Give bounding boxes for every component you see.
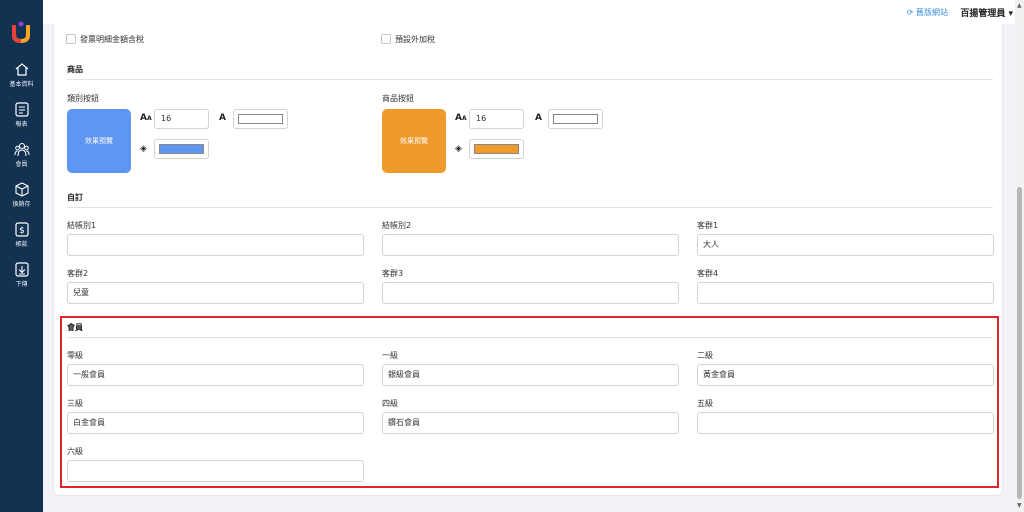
category-text-color-picker[interactable] bbox=[233, 109, 288, 129]
divider bbox=[67, 207, 993, 208]
customer-group-4-input[interactable] bbox=[697, 282, 994, 304]
text-color-icon: A bbox=[535, 113, 542, 123]
scrollbar[interactable]: ▲ ▼ bbox=[1015, 0, 1024, 512]
color-swatch bbox=[474, 144, 519, 154]
sidebar-item-download[interactable]: 下傳 bbox=[0, 262, 43, 288]
field-label: 結帳別2 bbox=[382, 221, 412, 230]
fill-color-icon: ◈ bbox=[140, 144, 147, 154]
field-label: 結帳別1 bbox=[67, 221, 97, 230]
customer-group-1-input[interactable]: 大人 bbox=[697, 234, 994, 256]
sidebar-item-basic-data[interactable]: 基本資料 bbox=[0, 62, 43, 88]
members-icon bbox=[14, 142, 29, 157]
category-preview: 效果預覽 bbox=[67, 109, 131, 173]
item-fill-color-picker[interactable] bbox=[469, 139, 524, 159]
fill-color-icon: ◈ bbox=[455, 144, 462, 154]
scroll-down-icon[interactable]: ▼ bbox=[1017, 502, 1022, 509]
sidebar-item-accounts[interactable]: $ 帳款 bbox=[0, 222, 43, 248]
product-section-title: 商品 bbox=[67, 65, 83, 74]
topbar: ⟳ 舊版網站 百揚管理員 ▾ bbox=[43, 0, 1024, 24]
category-font-size-input[interactable]: 16 bbox=[154, 109, 209, 129]
dollar-icon: $ bbox=[14, 222, 29, 237]
sidebar-item-label: 帳款 bbox=[15, 241, 28, 248]
color-swatch bbox=[238, 114, 283, 124]
extra-tax-label: 預設外加稅 bbox=[395, 35, 435, 44]
item-font-size-input[interactable]: 16 bbox=[469, 109, 524, 129]
download-icon bbox=[14, 262, 29, 277]
sidebar-item-label: 下傳 bbox=[15, 281, 28, 288]
report-icon bbox=[14, 102, 29, 117]
color-swatch bbox=[159, 144, 204, 154]
sidebar-item-label: 基本資料 bbox=[9, 81, 34, 88]
custom-section-title: 自訂 bbox=[67, 193, 83, 202]
scroll-thumb[interactable] bbox=[1017, 187, 1022, 499]
sidebar-item-inventory[interactable]: 換銷存 bbox=[0, 182, 43, 208]
customer-group-3-input[interactable] bbox=[382, 282, 679, 304]
old-site-link[interactable]: ⟳ 舊版網站 bbox=[907, 7, 948, 18]
item-button-label: 商品按鈕 bbox=[382, 94, 414, 103]
color-swatch bbox=[553, 114, 598, 124]
admin-menu[interactable]: 百揚管理員 ▾ bbox=[960, 6, 1013, 19]
member-section-highlight bbox=[60, 316, 999, 488]
sidebar-item-members[interactable]: 會員 bbox=[0, 142, 43, 168]
font-size-icon: AA bbox=[455, 113, 467, 123]
svg-text:$: $ bbox=[19, 226, 25, 236]
field-label: 客群1 bbox=[697, 221, 719, 230]
category-button-label: 類別按鈕 bbox=[67, 94, 99, 103]
sidebar-item-label: 會員 bbox=[15, 161, 28, 168]
sidebar-item-label: 報表 bbox=[15, 121, 28, 128]
sidebar-item-reports[interactable]: 報表 bbox=[0, 102, 43, 128]
refresh-icon: ⟳ bbox=[906, 8, 916, 17]
sidebar: 基本資料 報表 會員 換銷存 $ 帳款 下傳 bbox=[0, 0, 43, 512]
category-fill-color-picker[interactable] bbox=[154, 139, 209, 159]
box-icon bbox=[14, 182, 29, 197]
extra-tax-checkbox[interactable] bbox=[381, 34, 391, 44]
home-icon bbox=[15, 63, 28, 76]
checkout-type-1-input[interactable] bbox=[67, 234, 364, 256]
customer-group-2-input[interactable]: 兒童 bbox=[67, 282, 364, 304]
field-label: 客群3 bbox=[382, 269, 404, 278]
text-color-icon: A bbox=[219, 113, 226, 123]
invoice-tax-label: 發票明細金額含稅 bbox=[80, 35, 144, 44]
item-preview: 效果預覽 bbox=[382, 109, 446, 173]
app-logo[interactable] bbox=[11, 21, 31, 43]
scroll-up-icon[interactable]: ▲ bbox=[1017, 2, 1022, 9]
field-label: 客群4 bbox=[697, 269, 719, 278]
field-label: 客群2 bbox=[67, 269, 89, 278]
sidebar-item-label: 換銷存 bbox=[12, 201, 31, 208]
divider bbox=[67, 79, 993, 80]
item-text-color-picker[interactable] bbox=[548, 109, 603, 129]
caret-down-icon: ▾ bbox=[1005, 9, 1013, 19]
font-size-icon: AA bbox=[140, 113, 152, 123]
invoice-tax-checkbox[interactable] bbox=[66, 34, 76, 44]
checkout-type-2-input[interactable] bbox=[382, 234, 679, 256]
